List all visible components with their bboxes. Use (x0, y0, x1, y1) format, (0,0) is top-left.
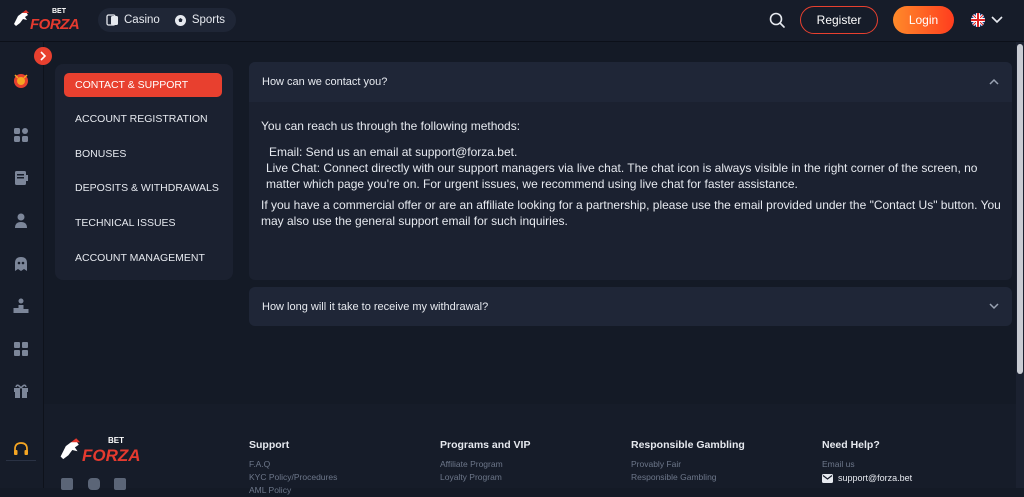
page-scrollbar-thumb[interactable] (1017, 44, 1023, 374)
faq-item-expanded: How can we contact you? You can reach us… (249, 62, 1012, 280)
trophy-icon[interactable] (12, 72, 30, 90)
footer-link-provably-fair[interactable]: Provably Fair (631, 458, 745, 471)
ghost-icon[interactable] (12, 255, 30, 273)
chevron-down-icon (991, 16, 1003, 24)
footer-col-help: Need Help? Email us support@forza.bet (822, 439, 912, 483)
footer-link-affiliate[interactable]: Affiliate Program (440, 458, 530, 471)
footer-email-label: Email us (822, 459, 855, 469)
chevron-right-icon (40, 51, 47, 61)
ticket-icon[interactable] (12, 169, 30, 187)
footer-support-email[interactable]: support@forza.bet (838, 473, 912, 483)
faq-question-header[interactable]: How can we contact you? (249, 62, 1012, 102)
footer-link-responsible[interactable]: Responsible Gambling (631, 471, 745, 484)
faq-answer: You can reach us through the following m… (261, 118, 1001, 229)
footer-link-loyalty[interactable]: Loyalty Program (440, 471, 530, 484)
category-account-management[interactable]: ACCOUNT MANAGEMENT (64, 246, 222, 270)
logo-forza-text: FORZA (30, 16, 80, 33)
facebook-icon[interactable] (114, 478, 126, 490)
casino-cards-icon (106, 14, 118, 26)
twitch-icon[interactable] (61, 478, 73, 490)
mail-icon (822, 473, 833, 483)
footer-col-responsible: Responsible Gambling Provably Fair Respo… (631, 439, 745, 484)
answer-email: Email: Send us an email at support@forza… (269, 145, 518, 159)
sports-label: Sports (191, 14, 226, 26)
footer-heading: Support (249, 439, 290, 451)
footer-link-faq[interactable]: F.A.Q (249, 458, 337, 471)
answer-commercial: If you have a commercial offer or are an… (261, 198, 1001, 228)
category-account-registration[interactable]: ACCOUNT REGISTRATION (64, 107, 222, 131)
logo-forza-text: FORZA (82, 446, 141, 465)
chevron-down-icon (989, 303, 999, 310)
faq-item-collapsed[interactable]: How long will it take to receive my with… (249, 287, 1012, 326)
footer-logo[interactable]: BET FORZA (58, 434, 141, 466)
casino-link[interactable]: Casino (106, 14, 160, 26)
faq-question-text: How can we contact you? (262, 76, 388, 88)
youtube-icon[interactable] (88, 478, 100, 490)
footer-heading: Responsible Gambling (631, 439, 745, 451)
soccer-ball-icon (174, 14, 186, 26)
sidebar-expand-button[interactable] (34, 47, 52, 65)
sports-link[interactable]: Sports (174, 14, 225, 27)
headset-icon[interactable] (12, 440, 30, 458)
logo-bet-text: BET (108, 436, 124, 445)
category-bonuses[interactable]: BONUSES (64, 142, 222, 166)
faq-question-text: How long will it take to receive my with… (262, 300, 489, 313)
category-technical-issues[interactable]: TECHNICAL ISSUES (64, 211, 222, 235)
horse-logo-icon (14, 10, 29, 26)
footer-heading: Programs and VIP (440, 439, 531, 451)
uk-flag-icon (971, 13, 985, 27)
footer-link-kyc[interactable]: KYC Policy/Procedures (249, 471, 337, 484)
category-contact-support[interactable]: CONTACT & SUPPORT (64, 73, 222, 97)
faq-categories: CONTACT & SUPPORT ACCOUNT REGISTRATION B… (55, 64, 233, 280)
gift-icon[interactable] (12, 382, 30, 400)
search-icon[interactable] (768, 11, 786, 29)
answer-live-chat: Live Chat: Connect directly with our sup… (266, 161, 978, 191)
language-selector[interactable] (969, 12, 1005, 28)
answer-intro: You can reach us through the following m… (261, 119, 521, 133)
footer-col-programs: Programs and VIP Affiliate Program Loyal… (440, 439, 530, 484)
horse-logo-icon (60, 438, 81, 460)
top-bar: BET FORZA Casino Sports Register Login (0, 0, 1024, 42)
category-deposits-withdrawals[interactable]: DEPOSITS & WITHDRAWALS (64, 176, 222, 200)
footer-email-row[interactable]: support@forza.bet (822, 473, 912, 483)
logo-bet-text: BET (52, 8, 66, 15)
apps-icon[interactable] (12, 340, 30, 358)
brand-logo[interactable]: BET FORZA (12, 8, 80, 33)
footer-col-support: Support F.A.Q KYC Policy/Procedures AML … (249, 439, 337, 497)
leaderboard-icon[interactable] (12, 297, 30, 315)
register-button[interactable]: Register (800, 6, 878, 34)
login-button[interactable]: Login (893, 6, 954, 34)
left-sidebar (0, 42, 44, 488)
casino-label: Casino (124, 14, 160, 26)
footer-link-aml[interactable]: AML Policy (249, 484, 337, 497)
product-switcher: Casino Sports (98, 8, 236, 32)
sidebar-divider (6, 460, 36, 461)
dealer-icon[interactable] (12, 212, 30, 230)
footer-heading: Need Help? (822, 439, 880, 451)
chevron-up-icon (989, 78, 999, 85)
grid-icon[interactable] (12, 126, 30, 144)
